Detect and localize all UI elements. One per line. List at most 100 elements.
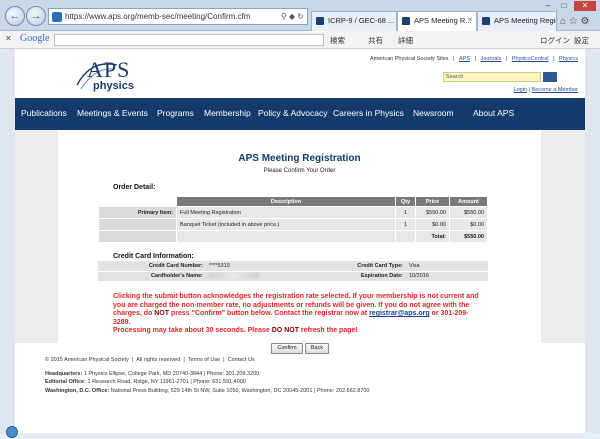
toolbar-close-icon[interactable]: ✕ [5,34,12,43]
table-row: Cardholder's Name: Expiration Date: 10/2… [98,271,488,282]
login-button[interactable]: ログイン [540,35,570,46]
aps-logo[interactable]: APS physics [73,55,143,95]
forward-arrow-icon[interactable]: → [26,6,46,26]
login-link[interactable]: Login [514,87,527,93]
main-nav: Publications Meetings & Events Programs … [15,98,585,130]
tab-label: APS Meeting Regis... [494,16,556,25]
logo-physics-text: physics [93,80,134,92]
row-description: Full Meeting Registration [176,206,396,219]
notice-text-2a: Processing may take about 30 seconds. Pl… [113,327,272,335]
col-qty: Qty [395,196,416,207]
minimize-icon[interactable]: – [540,1,556,11]
footer-contact-link[interactable]: Contact Us [228,357,255,363]
link-physics[interactable]: Physics [559,56,578,62]
address-tools-icon[interactable]: ⚲ ◆ ↻ [281,12,304,21]
nav-meetings-events[interactable]: Meetings & Events [77,108,148,118]
footer-copyright: © 2015 American Physical Society [45,357,129,363]
row-amount: $0.00 [449,218,488,231]
cc-number-label: Credit Card Number: [98,261,206,272]
table-row: Banquet Ticket (included in above price.… [98,218,488,231]
window-close-icon[interactable]: ✕ [574,1,596,11]
page-subtitle: Please Confirm Your Order [263,168,336,174]
tab-aps-meeting-active[interactable]: APS Meeting R... ✕ [397,11,477,32]
credit-card-heading: Credit Card Information: [113,253,194,260]
col-price: Price [415,196,450,207]
redacted-name [209,273,259,279]
row-price: $550.00 [415,206,450,219]
sites-label: American Physical Society Sites [369,56,449,62]
site-search-button[interactable] [543,72,557,82]
cc-type-value: Visa [406,261,488,272]
tab-close-icon[interactable]: ✕ [467,16,473,24]
nav-programs[interactable]: Programs [157,108,194,118]
nav-careers-in-physics[interactable]: Careers in Physics [333,108,404,118]
credit-card-table: Credit Card Number: ****5319 Credit Card… [98,261,488,282]
tab-aps-meeting-2[interactable]: APS Meeting Regis... [477,11,557,31]
become-member-link[interactable]: Become a Member [532,87,578,93]
page-title: APS Meeting Registration [238,153,361,164]
site-links: American Physical Society Sites | APS | … [369,56,578,62]
address-bar[interactable]: https://www.aps.org/memb-sec/meeting/Con… [48,8,308,25]
footer-terms-link[interactable]: Terms of Use [188,357,220,363]
status-bar [0,433,600,439]
registrar-email-link[interactable]: registrar@aps.org [369,310,430,317]
col-description: Description [176,196,396,207]
row-qty: 1 [395,206,416,219]
table-row: Primary Item: Full Meeting Registration … [98,206,488,219]
tab-label: ICRP-9 / GEC-68 ... [328,16,395,25]
google-logo: Google [20,33,50,44]
nav-membership[interactable]: Membership [204,108,251,118]
confirm-button[interactable]: Confirm [271,343,303,354]
footer-hq: Headquarters: 1 Physics Ellipse, College… [45,371,260,377]
nav-about-aps[interactable]: About APS [473,108,514,118]
row-label: Primary Item: [98,206,177,219]
blank-header [98,196,177,207]
share-button[interactable]: 共有 [368,35,383,46]
nav-newsroom[interactable]: Newsroom [413,108,454,118]
notice-do-not: DO NOT [271,327,299,335]
expiration-value: 10/2016 [406,271,488,282]
footer-links: © 2015 American Physical Society | All rig… [45,357,255,363]
zoom-icon[interactable] [6,426,18,438]
nav-publications[interactable]: Publications [21,108,67,118]
login-links: Login | Become a Member [513,87,578,93]
row-qty: 1 [395,218,416,231]
total-label: Total: [415,230,450,243]
google-search-input[interactable] [54,34,324,46]
total-row: Total: $550.00 [98,230,488,243]
back-arrow-icon[interactable]: ← [5,6,25,26]
row-description: Banquet Ticket (included in above price.… [176,218,396,231]
browser-titlebar: ← → https://www.aps.org/memb-sec/meeting… [0,0,600,32]
order-table-header: Description Qty Price Amount [98,196,488,207]
order-table: Description Qty Price Amount Primary Ite… [98,196,488,243]
footer-dc: Washington, D.C. Office: National Press … [45,387,370,394]
registration-notice: Clicking the submit button acknowledges … [113,293,485,336]
nav-policy-advocacy[interactable]: Policy & Advocacy [258,108,327,118]
cardholder-label: Cardholder's Name: [98,271,206,282]
google-search-button[interactable]: 検索 [330,35,345,46]
tab-favicon-icon [316,17,324,25]
site-search-input[interactable]: Search [443,72,541,82]
site-favicon-icon [52,12,62,22]
notice-text-1b: press "Confirm" button below. Contact th… [169,310,370,318]
back-button[interactable]: Back [305,343,329,354]
cc-type-label: Credit Card Type: [296,261,406,272]
home-star-gear-icons[interactable]: ⌂ ☆ ⚙ [560,16,590,27]
total-value: $550.00 [449,230,488,243]
more-button[interactable]: 詳細 [398,35,413,46]
footer-rights: All rights reserved [136,357,181,363]
google-toolbar: ✕ Google 検索 共有 詳細 ログイン 設定 [0,31,600,49]
maximize-icon[interactable]: □ [556,1,572,11]
notice-not: NOT [154,310,170,318]
order-detail-heading: Order Detail: [113,184,156,191]
address-url[interactable]: https://www.aps.org/memb-sec/meeting/Con… [65,12,250,21]
footer-editorial: Editorial Office: 1 Research Road, Ridge… [45,379,246,386]
settings-button[interactable]: 設定 [574,35,589,46]
tab-icrp[interactable]: ICRP-9 / GEC-68 ... [311,11,397,31]
page-footer: © 2015 American Physical Society | All rig… [45,357,369,396]
expiration-label: Expiration Date: [296,271,406,282]
link-aps[interactable]: APS [459,56,470,62]
tab-favicon-icon [402,17,410,25]
link-journals[interactable]: Journals [481,56,502,62]
link-physicscentral[interactable]: PhysicsCentral [512,56,549,62]
